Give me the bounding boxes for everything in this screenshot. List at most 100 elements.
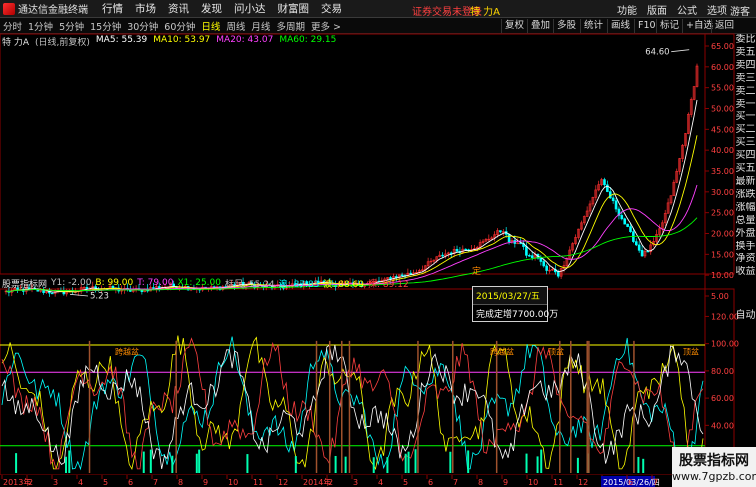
draw-line-button[interactable]: 画线 <box>607 19 633 33</box>
date-label: 2014年 <box>303 477 331 487</box>
candle-body <box>689 99 693 115</box>
date-label: 12 <box>578 478 588 487</box>
date-axis-bg <box>0 475 705 487</box>
side-label: 外盘 <box>735 227 756 239</box>
candle-body <box>198 288 202 291</box>
side-label: 涨幅 <box>735 201 756 213</box>
candle-body <box>143 288 147 293</box>
candle-body <box>484 239 488 242</box>
candle-body <box>441 254 444 257</box>
candle-body <box>649 244 653 253</box>
menu-layout[interactable]: 版面 <box>642 2 672 17</box>
side-label: 总量 <box>735 214 756 226</box>
period-15min[interactable]: 15分钟 <box>87 19 124 33</box>
candle-body <box>632 231 635 242</box>
candle-body <box>669 195 673 204</box>
candle-body <box>406 272 410 276</box>
date-label: 8 <box>178 478 183 487</box>
side-label: 买三 <box>735 137 756 149</box>
candle-body <box>661 222 664 230</box>
menu-options[interactable]: 选项 <box>702 2 732 17</box>
indicator-name[interactable]: 股票指标网 <box>2 277 47 290</box>
candle-body <box>568 249 572 259</box>
tooltip-text: 完成定增7700.00万 <box>476 310 559 320</box>
date-label: 7 <box>153 478 158 487</box>
candle-body <box>551 269 554 271</box>
side-label: 涨跌 <box>735 188 756 200</box>
candle-body <box>510 240 514 242</box>
indicator-line <box>1 336 704 471</box>
stats-button[interactable]: 统计 <box>580 19 606 33</box>
date-label: 12 <box>278 478 288 487</box>
period-60min[interactable]: 60分钟 <box>161 19 198 33</box>
period-weekly[interactable]: 周线 <box>223 19 248 33</box>
candle-body <box>559 268 563 277</box>
side-label: 买五 <box>735 163 756 175</box>
date-label: 10 <box>528 478 538 487</box>
period-1min[interactable]: 1分钟 <box>25 19 56 33</box>
back-button[interactable]: 返回 <box>711 19 737 33</box>
date-label: 5 <box>103 478 108 487</box>
menu-trade[interactable]: 交易 <box>315 1 348 16</box>
indicator-bo: 波: 88.69 <box>323 279 365 290</box>
app-title: 通达信金融终端 <box>18 5 88 16</box>
price-tick-label: 25.00 <box>711 209 734 218</box>
candle-body <box>501 231 505 233</box>
candle-body <box>449 252 453 255</box>
period-30min[interactable]: 30分钟 <box>124 19 161 33</box>
stock-label: 特 力A <box>2 38 30 48</box>
period-5min[interactable]: 5分钟 <box>56 19 87 33</box>
period-more[interactable]: 更多 > <box>308 19 344 33</box>
main-chart-frame <box>0 33 735 275</box>
candle-body <box>467 249 470 251</box>
candle-body <box>663 213 667 224</box>
ma20-label: MA20: 43.07 <box>216 35 274 45</box>
candle-body <box>637 244 641 251</box>
candle-body <box>65 291 69 295</box>
menu-market[interactable]: 市场 <box>129 1 162 16</box>
candle-body <box>455 248 459 252</box>
candle-body <box>487 238 491 241</box>
overlay-button[interactable]: 叠加 <box>527 19 553 33</box>
ma60-label: MA60: 29.15 <box>279 35 337 45</box>
menu-quotes[interactable]: 行情 <box>96 1 129 16</box>
candle-body <box>421 269 424 271</box>
candle-body <box>478 242 482 248</box>
period-intraday[interactable]: 分时 <box>0 19 25 33</box>
menu-ask[interactable]: 问小达 <box>228 1 272 16</box>
candle-body <box>76 290 80 293</box>
candle-body <box>53 290 57 294</box>
price-tick-label: 50.00 <box>711 105 734 114</box>
annotations: 64.60 5.23 定跨越盆 跨越盆 顶盆 顶盆 <box>69 48 699 357</box>
adjust-button[interactable]: 复权 <box>501 19 527 33</box>
guest-user[interactable]: 游客 <box>730 3 750 18</box>
period-multi[interactable]: 多周期 <box>273 19 308 33</box>
menu-function[interactable]: 功能 <box>612 2 642 17</box>
menu-formula[interactable]: 公式 <box>672 2 702 17</box>
f10-button[interactable]: F10 <box>634 19 659 33</box>
high-pointer <box>671 49 690 53</box>
low-pointer <box>69 293 89 297</box>
date-label: 2015/03/26/四 <box>603 478 660 487</box>
menu-news[interactable]: 资讯 <box>162 1 195 16</box>
candle-body <box>684 133 687 146</box>
candle-body <box>519 242 522 245</box>
indicator-lines <box>1 335 704 473</box>
auto-button[interactable]: 自动 <box>735 306 756 321</box>
mark-button[interactable]: 标记 <box>656 19 682 33</box>
date-label: 3 <box>53 478 58 487</box>
menu-discover[interactable]: 发现 <box>195 1 228 16</box>
watermark-url: www.7gpzb.com <box>672 470 756 483</box>
date-label: 10 <box>228 478 238 487</box>
chart-area[interactable]: 65.0060.0055.0050.0045.0040.0035.0030.00… <box>0 0 756 487</box>
period-monthly[interactable]: 月线 <box>248 19 273 33</box>
multi-stock-button[interactable]: 多股 <box>553 19 579 33</box>
candle-body <box>580 222 583 230</box>
menu-wealth[interactable]: 财富圈 <box>272 1 316 16</box>
candle-body <box>7 290 11 293</box>
side-label: 卖三 <box>735 72 756 84</box>
candle-body <box>412 272 415 275</box>
side-label: 净资 <box>735 253 756 265</box>
period-daily[interactable]: 日线 <box>198 19 223 33</box>
date-highlight <box>601 476 655 487</box>
